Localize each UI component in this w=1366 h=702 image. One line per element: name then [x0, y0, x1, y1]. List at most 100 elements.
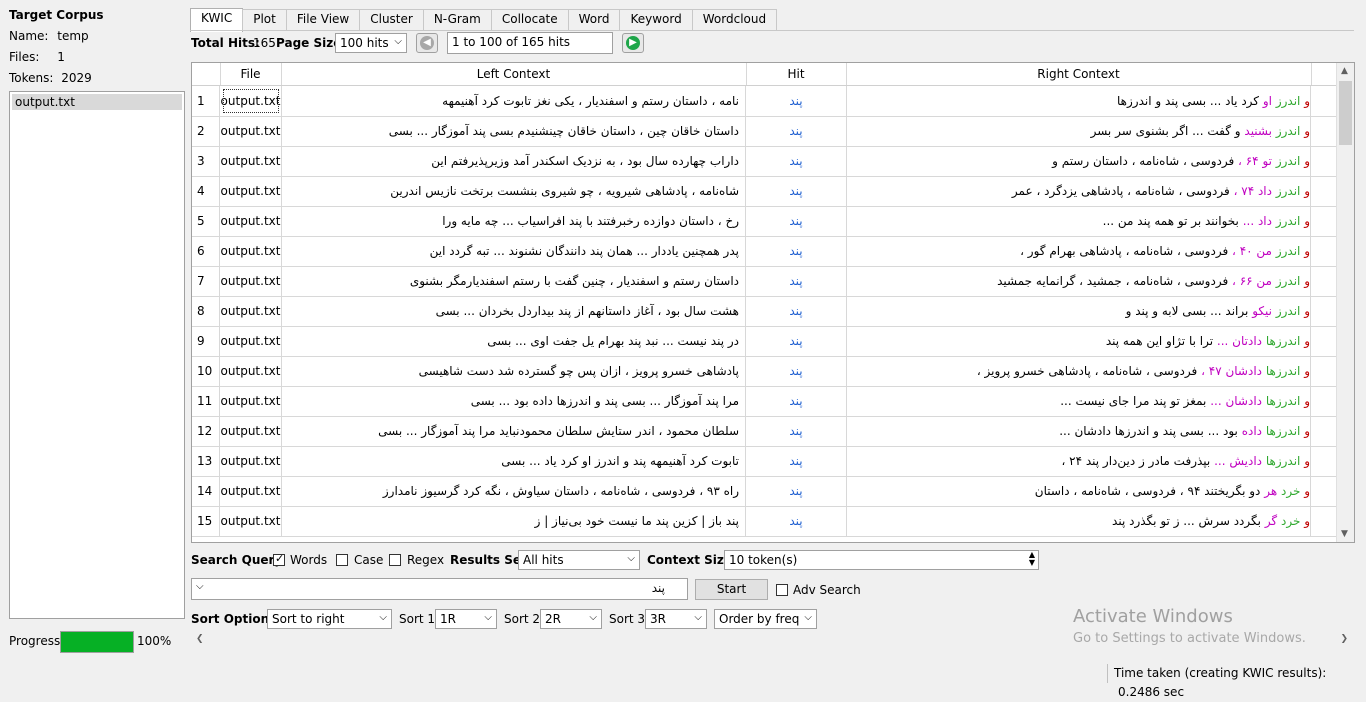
row-left-context[interactable]: داستان رستم و اسفندیار ، چنین گفت با رست… [281, 266, 746, 296]
row-file[interactable]: output.txt [220, 386, 282, 416]
file-list-item[interactable]: output.txt [12, 94, 182, 110]
row-right-context[interactable]: و اندرز داد ۷۴ ، فردوسی ، شاه‌نامه ، پاد… [846, 176, 1311, 206]
tab-file-view[interactable]: File View [285, 9, 361, 30]
words-checkbox[interactable]: ✓ [273, 552, 285, 566]
tab-plot[interactable]: Plot [242, 9, 287, 30]
table-row[interactable]: 10 output.txt پادشاهی خسرو پرویز ، ازان پس… [192, 356, 1336, 387]
row-left-context[interactable]: تابوت کرد آهنیمهه پند و اندرز او کرد یاد… [281, 446, 746, 476]
row-right-context[interactable]: و اندرز من ۶۶ ، فردوسی ، شاه‌نامه ، جمشی… [846, 266, 1311, 296]
row-right-context[interactable]: و اندرز من ۴۰ ، فردوسی ، شاه‌نامه ، پادش… [846, 236, 1311, 266]
table-row[interactable]: 11 output.txt مرا پند آموزگار ... بسی پند … [192, 386, 1336, 417]
row-left-context[interactable]: پدر همچنین یاددار ... همان پند دانندگان … [281, 236, 746, 266]
col-header-file[interactable]: File [220, 63, 282, 85]
row-left-context[interactable]: هشت سال بود ، آغاز داستانهم از پند بیدار… [281, 296, 746, 326]
search-query-input[interactable]: پند ⌵ [191, 578, 688, 600]
scroll-up-icon[interactable]: ▲ [1341, 66, 1348, 76]
row-hit[interactable]: پند [746, 266, 847, 296]
corpus-file-list[interactable]: output.txt [9, 91, 185, 619]
row-right-context[interactable]: و اندرزها دادتان ... ترا با تژاو این همه… [846, 326, 1311, 356]
row-right-context[interactable]: و خرد هر دو بگریختند ۹۴ ، فردوسی ، شاه‌ن… [846, 476, 1311, 506]
scroll-left-icon[interactable]: ❮ [196, 634, 204, 644]
scrollbar-thumb[interactable] [1339, 81, 1352, 145]
regex-checkbox[interactable] [389, 554, 401, 566]
row-right-context[interactable]: و اندرزها دادشان ... بمغز تو پند مرا جای… [846, 386, 1311, 416]
tab-wordcloud[interactable]: Wordcloud [691, 9, 778, 30]
table-row[interactable]: 2 output.txt داستان خاقان چین ، داستان خاق… [192, 116, 1336, 147]
spinner-arrows-icon[interactable]: ▲ ▼ [1029, 551, 1035, 567]
row-file[interactable]: output.txt [220, 326, 282, 356]
row-file[interactable]: output.txt [220, 356, 282, 386]
table-row[interactable]: 7 output.txt داستان رستم و اسفندیار ، چنین… [192, 266, 1336, 297]
tab-keyword[interactable]: Keyword [619, 9, 693, 30]
row-right-context[interactable]: و اندرز داد ... بخوانند بر تو همه پند من… [846, 206, 1311, 236]
row-hit[interactable]: پند [746, 86, 847, 116]
row-hit[interactable]: پند [746, 296, 847, 326]
col-header-left-context[interactable]: Left Context [281, 63, 747, 85]
row-left-context[interactable]: پادشاهی خسرو پرویز ، ازان پس چو گسترده ش… [281, 356, 746, 386]
row-hit[interactable]: پند [746, 236, 847, 266]
row-file[interactable]: output.txt [220, 446, 282, 476]
row-hit[interactable]: پند [746, 206, 847, 236]
page-size-select[interactable]: 100 hits ⌵ [335, 33, 407, 53]
sort2-select[interactable]: 2R ⌵ [540, 609, 602, 629]
case-checkbox[interactable] [336, 554, 348, 566]
kwic-results-table[interactable]: File Left Context Hit Right Context 1 out… [191, 62, 1355, 543]
sort3-select[interactable]: 3R ⌵ [645, 609, 707, 629]
start-button[interactable]: Start [695, 579, 768, 600]
row-file[interactable]: output.txt [220, 476, 282, 506]
scroll-right-icon[interactable]: ❯ [1340, 634, 1348, 644]
row-right-context[interactable]: و اندرز نیکو براند ... بسی لابه و پند و [846, 296, 1311, 326]
table-row[interactable]: 12 output.txt سلطان محمود ، اندر ستایش سلط… [192, 416, 1336, 447]
vertical-scrollbar[interactable]: ▲ ▼ [1336, 63, 1354, 542]
row-right-context[interactable]: و اندرزها داده بود ... بسی پند و اندرزها… [846, 416, 1311, 446]
sort1-select[interactable]: 1R ⌵ [435, 609, 497, 629]
adv-search-checkbox[interactable] [776, 584, 788, 596]
row-file[interactable]: output.txt [220, 116, 282, 146]
row-file[interactable]: output.txt [220, 236, 282, 266]
col-header-right-context[interactable]: Right Context [846, 63, 1312, 85]
row-right-context[interactable]: و اندرز تو ۶۴ ، فردوسی ، شاه‌نامه ، داست… [846, 146, 1311, 176]
row-left-context[interactable]: مرا پند آموزگار ... بسی پند و اندرزها دا… [281, 386, 746, 416]
row-hit[interactable]: پند [746, 416, 847, 446]
col-header-hit[interactable]: Hit [746, 63, 847, 85]
table-row[interactable]: 13 output.txt تابوت کرد آهنیمهه پند و اندر… [192, 446, 1336, 477]
table-row[interactable]: 9 output.txt در پند نیست ... نبد پند بهرام… [192, 326, 1336, 357]
tab-word[interactable]: Word [567, 9, 621, 30]
scroll-down-icon[interactable]: ▼ [1341, 529, 1348, 539]
row-right-context[interactable]: و خرد گر بگردد سرش ... ز تو بگذرد پند [846, 506, 1311, 536]
row-hit[interactable]: پند [746, 176, 847, 206]
sort-mode-select[interactable]: Sort to right ⌵ [267, 609, 392, 629]
table-row[interactable]: 15 output.txt پند باز | کزین پند ما نیست خ… [192, 506, 1336, 537]
row-hit[interactable]: پند [746, 446, 847, 476]
row-right-context[interactable]: و اندرزها دادیش ... بپذرفت مادر ز دین‌دا… [846, 446, 1311, 476]
row-left-context[interactable]: داراب چهارده سال بود ، به نزدیک اسکندر آ… [281, 146, 746, 176]
row-left-context[interactable]: رخ ، داستان دوازده رخبرفتند با پند افراس… [281, 206, 746, 236]
row-hit[interactable]: پند [746, 326, 847, 356]
row-file[interactable]: output.txt [220, 146, 282, 176]
order-select[interactable]: Order by freq ⌵ [714, 609, 817, 629]
context-size-spinner[interactable]: 10 token(s) ▲ ▼ [724, 550, 1039, 570]
row-left-context[interactable]: نامه ، داستان رستم و اسفندیار ، یکی نغز … [281, 86, 746, 116]
row-left-context[interactable]: سلطان محمود ، اندر ستایش سلطان محمودنبای… [281, 416, 746, 446]
table-row[interactable]: 6 output.txt پدر همچنین یاددار ... همان پن… [192, 236, 1336, 267]
table-row[interactable]: 8 output.txt هشت سال بود ، آغاز داستانهم ا… [192, 296, 1336, 327]
row-file[interactable]: output.txt [220, 266, 282, 296]
tab-cluster[interactable]: Cluster [359, 9, 424, 30]
row-hit[interactable]: پند [746, 146, 847, 176]
row-file[interactable]: output.txt [220, 506, 282, 536]
next-page-button[interactable]: ▶ [622, 33, 644, 53]
tab-collocate[interactable]: Collocate [490, 9, 569, 30]
page-range-field[interactable]: 1 to 100 of 165 hits [447, 32, 613, 54]
row-file[interactable]: output.txt [220, 86, 282, 116]
row-hit[interactable]: پند [746, 386, 847, 416]
results-set-select[interactable]: All hits ⌵ [518, 550, 640, 570]
row-left-context[interactable]: شاه‌نامه ، پادشاهی شیرویه ، چو شیروی بنش… [281, 176, 746, 206]
row-hit[interactable]: پند [746, 116, 847, 146]
row-file[interactable]: output.txt [220, 296, 282, 326]
row-left-context[interactable]: راه ۹۳ ، فردوسی ، شاه‌نامه ، داستان سیاو… [281, 476, 746, 506]
row-hit[interactable]: پند [746, 356, 847, 386]
row-file[interactable]: output.txt [220, 416, 282, 446]
row-left-context[interactable]: پند باز | کزین پند ما نیست خود بی‌نیاز |… [281, 506, 746, 536]
row-left-context[interactable]: داستان خاقان چین ، داستان خاقان چینشنیدم… [281, 116, 746, 146]
row-file[interactable]: output.txt [220, 176, 282, 206]
